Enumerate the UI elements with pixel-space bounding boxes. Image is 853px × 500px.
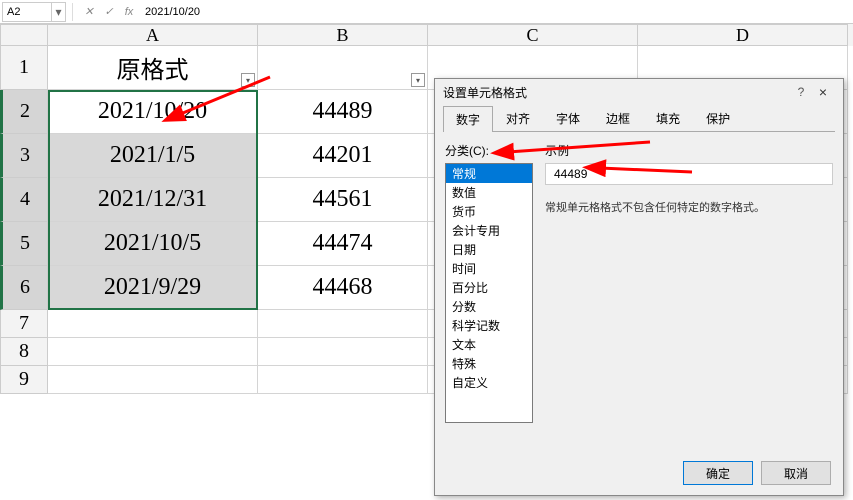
category-item[interactable]: 时间	[446, 259, 532, 278]
category-item[interactable]: 自定义	[446, 373, 532, 392]
cell[interactable]	[48, 310, 258, 338]
cell[interactable]: ▾	[258, 46, 428, 90]
category-item[interactable]: 百分比	[446, 278, 532, 297]
formula-bar: A2 ▾ ✕ ✓ fx 2021/10/20	[0, 0, 853, 24]
cell[interactable]	[258, 366, 428, 394]
row-header[interactable]: 2	[0, 90, 48, 134]
tab[interactable]: 填充	[643, 105, 693, 131]
cell[interactable]: 2021/12/31	[48, 178, 258, 222]
cell[interactable]	[258, 310, 428, 338]
category-list[interactable]: 常规数值货币会计专用日期时间百分比分数科学记数文本特殊自定义	[445, 163, 533, 423]
row-header[interactable]: 4	[0, 178, 48, 222]
tab[interactable]: 保护	[693, 105, 743, 131]
name-box[interactable]: A2	[2, 2, 52, 22]
tab[interactable]: 对齐	[493, 105, 543, 131]
cell[interactable]: 2021/10/5	[48, 222, 258, 266]
cell[interactable]: 44474	[258, 222, 428, 266]
tab[interactable]: 数字	[443, 106, 493, 132]
category-item[interactable]: 科学记数	[446, 316, 532, 335]
col-header-B[interactable]: B	[258, 24, 428, 46]
sample-value: 44489	[545, 163, 833, 185]
dialog-tabs: 数字对齐字体边框填充保护	[443, 105, 835, 132]
cell[interactable]	[48, 338, 258, 366]
close-button[interactable]: ×	[811, 84, 835, 100]
format-cells-dialog: 设置单元格格式 ? × 数字对齐字体边框填充保护 分类(C): 常规数值货币会计…	[434, 78, 844, 496]
col-header-C[interactable]: C	[428, 24, 638, 46]
row-header[interactable]: 5	[0, 222, 48, 266]
row-header[interactable]: 3	[0, 134, 48, 178]
dialog-title: 设置单元格格式	[443, 84, 791, 101]
row-header[interactable]: 1	[0, 46, 48, 90]
category-item[interactable]: 会计专用	[446, 221, 532, 240]
cell[interactable]	[48, 366, 258, 394]
fx-icon[interactable]: fx	[121, 4, 137, 20]
category-item[interactable]: 常规	[446, 164, 532, 183]
tab[interactable]: 边框	[593, 105, 643, 131]
name-box-dropdown[interactable]: ▾	[52, 2, 66, 22]
cell[interactable]: 44489	[258, 90, 428, 134]
category-item[interactable]: 文本	[446, 335, 532, 354]
category-item[interactable]: 货币	[446, 202, 532, 221]
category-item[interactable]: 数值	[446, 183, 532, 202]
row-header[interactable]: 6	[0, 266, 48, 310]
filter-dropdown-icon[interactable]: ▾	[241, 73, 255, 87]
check-icon[interactable]: ✓	[101, 4, 117, 20]
cell[interactable]: 原格式▾	[48, 46, 258, 90]
cell[interactable]: 2021/10/20	[48, 90, 258, 134]
sample-label: 示例	[545, 142, 833, 159]
cell[interactable]	[258, 338, 428, 366]
category-item[interactable]: 日期	[446, 240, 532, 259]
col-header-A[interactable]: A	[48, 24, 258, 46]
cell[interactable]: 44468	[258, 266, 428, 310]
cell[interactable]: 2021/9/29	[48, 266, 258, 310]
col-header-D[interactable]: D	[638, 24, 848, 46]
select-all-corner[interactable]	[0, 24, 48, 46]
row-header[interactable]: 7	[0, 310, 48, 338]
cancel-icon[interactable]: ✕	[81, 4, 97, 20]
formula-content[interactable]: 2021/10/20	[139, 6, 853, 18]
help-button[interactable]: ?	[791, 85, 811, 99]
filter-dropdown-icon[interactable]: ▾	[411, 73, 425, 87]
category-item[interactable]: 特殊	[446, 354, 532, 373]
category-item[interactable]: 分数	[446, 297, 532, 316]
cancel-button[interactable]: 取消	[761, 461, 831, 485]
format-description: 常规单元格格式不包含任何特定的数字格式。	[545, 199, 833, 215]
row-header[interactable]: 9	[0, 366, 48, 394]
ok-button[interactable]: 确定	[683, 461, 753, 485]
category-label: 分类(C):	[445, 142, 533, 159]
row-header[interactable]: 8	[0, 338, 48, 366]
cell[interactable]: 44561	[258, 178, 428, 222]
cell[interactable]: 44201	[258, 134, 428, 178]
cell[interactable]: 2021/1/5	[48, 134, 258, 178]
tab[interactable]: 字体	[543, 105, 593, 131]
